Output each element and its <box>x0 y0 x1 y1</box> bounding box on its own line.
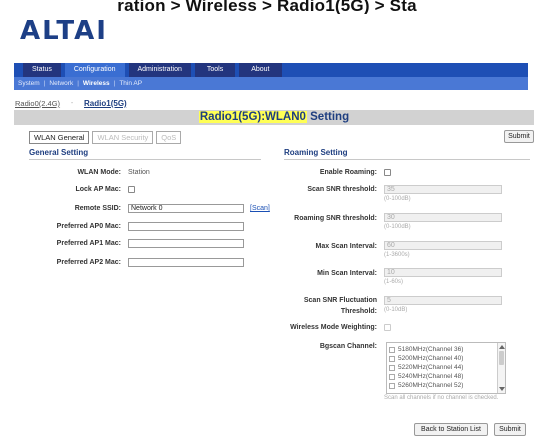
submit-top-button[interactable]: Submit <box>504 130 534 143</box>
wlan-mode-value: Station <box>128 169 150 176</box>
radio-tab-5g[interactable]: Radio1(5G) <box>84 99 127 108</box>
max-scan-interval-label: Max Scan Interval: <box>315 243 377 250</box>
radio-divider: - <box>70 100 74 107</box>
channel-option[interactable]: 5180MHz(Channel 36) <box>389 345 463 354</box>
lock-ap-mac-label: Lock AP Mac: <box>75 186 121 193</box>
remote-ssid-input[interactable]: Network 0 <box>128 204 244 213</box>
radio-selector: Radio0(2.4G) - Radio1(5G) <box>15 99 127 108</box>
preferred-ap0-input[interactable] <box>128 222 244 231</box>
submit-bottom-button[interactable]: Submit <box>494 423 526 436</box>
wireless-mode-weighting-checkbox[interactable] <box>384 324 391 331</box>
scan-snr-hint: (0-100dB) <box>384 196 411 202</box>
max-scan-interval-input[interactable]: 60 <box>384 241 502 250</box>
scroll-up-icon[interactable] <box>499 345 505 349</box>
subnav-thin-ap[interactable]: Thin AP <box>115 80 146 87</box>
bgscan-hint: Scan all channels if no channel is check… <box>384 395 499 401</box>
enable-roaming-checkbox[interactable] <box>384 169 391 176</box>
channel-checkbox[interactable] <box>389 382 395 389</box>
subnav-wireless[interactable]: Wireless <box>79 80 114 87</box>
breadcrumb: ration > Wireless > Radio1(5G) > Sta <box>117 0 417 14</box>
nav-tab-status[interactable]: Status <box>23 63 61 77</box>
roaming-snr-hint: (0-100dB) <box>384 224 411 230</box>
roaming-snr-label: Roaming SNR threshold: <box>294 215 377 222</box>
channel-option[interactable]: 5220MHz(Channel 44) <box>389 363 463 372</box>
snr-fluctuation-input[interactable]: 5 <box>384 296 502 305</box>
nav-subtabs: System | Network | Wireless | Thin AP <box>14 77 528 90</box>
channel-checkbox[interactable] <box>389 364 395 371</box>
setting-tabs: WLAN General WLAN Security QoS <box>29 131 184 144</box>
scan-snr-input[interactable]: 35 <box>384 185 502 194</box>
min-scan-interval-hint: (1-60s) <box>384 279 404 285</box>
radio-tab-2-4g[interactable]: Radio0(2.4G) <box>15 99 60 108</box>
channel-checkbox[interactable] <box>389 355 395 362</box>
subnav-network[interactable]: Network <box>45 80 77 87</box>
nav-tab-about[interactable]: About <box>239 63 282 77</box>
preferred-ap1-label: Preferred AP1 Mac: <box>56 240 121 247</box>
channel-checkbox[interactable] <box>389 373 395 380</box>
roaming-setting-heading: Roaming Setting <box>284 148 530 160</box>
channel-label: 5220MHz(Channel 44) <box>398 364 464 371</box>
channel-option[interactable]: 5240MHz(Channel 48) <box>389 372 463 381</box>
scroll-down-icon[interactable] <box>499 387 505 391</box>
roaming-snr-input[interactable]: 30 <box>384 213 502 222</box>
altai-logo: ALTAI <box>20 16 108 46</box>
nav-tab-tools[interactable]: Tools <box>194 63 236 77</box>
channel-option[interactable]: 5200MHz(Channel 40) <box>389 354 463 363</box>
tab-qos[interactable]: QoS <box>156 131 182 144</box>
preferred-ap0-label: Preferred AP0 Mac: <box>56 223 121 230</box>
channel-checkbox[interactable] <box>389 346 395 353</box>
channel-label: 5260MHz(Channel 52) <box>398 382 464 389</box>
bgscan-channel-label: Bgscan Channel: <box>319 343 377 350</box>
min-scan-interval-input[interactable]: 10 <box>384 268 502 277</box>
main-nav: Status Configuration Administration Tool… <box>14 63 528 90</box>
nav-tabs: Status Configuration Administration Tool… <box>14 63 286 77</box>
max-scan-interval-hint: (1-3600s) <box>384 252 410 258</box>
tab-wlan-security[interactable]: WLAN Security <box>92 131 154 144</box>
subnav-system[interactable]: System <box>14 80 44 87</box>
preferred-ap2-label: Preferred AP2 Mac: <box>56 259 121 266</box>
page-title-rest: Setting <box>306 111 350 123</box>
general-setting-heading: General Setting <box>29 148 261 160</box>
snr-fluctuation-label-line1: Scan SNR Fluctuation <box>303 297 377 304</box>
bgscan-channel-list[interactable]: 5180MHz(Channel 36) 5200MHz(Channel 40) … <box>386 342 506 394</box>
back-to-station-list-button[interactable]: Back to Station List <box>414 423 488 436</box>
wireless-mode-weighting-label: Wireless Mode Weighting: <box>290 324 377 331</box>
min-scan-interval-label: Min Scan Interval: <box>317 270 377 277</box>
page-title: Radio1(5G):WLAN0 Setting <box>14 110 534 125</box>
preferred-ap1-input[interactable] <box>128 239 244 248</box>
nav-tab-configuration[interactable]: Configuration <box>64 63 125 77</box>
channel-list-scrollbar[interactable] <box>497 343 505 393</box>
logo-text: ALTAI <box>20 16 108 46</box>
scroll-thumb[interactable] <box>499 351 504 365</box>
enable-roaming-label: Enable Roaming: <box>319 169 377 176</box>
preferred-ap2-input[interactable] <box>128 258 244 267</box>
nav-tab-administration[interactable]: Administration <box>128 63 191 77</box>
snr-fluctuation-label-line2: Threshold: <box>340 308 377 315</box>
wlan-mode-label: WLAN Mode: <box>77 169 121 176</box>
tab-wlan-general[interactable]: WLAN General <box>29 131 90 144</box>
channel-label: 5240MHz(Channel 48) <box>398 373 464 380</box>
remote-ssid-label: Remote SSID: <box>74 205 121 212</box>
snr-fluctuation-hint: (0-10dB) <box>384 307 408 313</box>
lock-ap-mac-checkbox[interactable] <box>128 186 135 193</box>
channel-label: 5180MHz(Channel 36) <box>398 346 464 353</box>
scan-snr-label: Scan SNR threshold: <box>307 186 377 193</box>
page-title-highlight: Radio1(5G):WLAN0 <box>198 111 307 123</box>
channel-option[interactable]: 5260MHz(Channel 52) <box>389 381 463 390</box>
channel-label: 5200MHz(Channel 40) <box>398 355 464 362</box>
scan-link[interactable]: [Scan] <box>250 205 270 212</box>
